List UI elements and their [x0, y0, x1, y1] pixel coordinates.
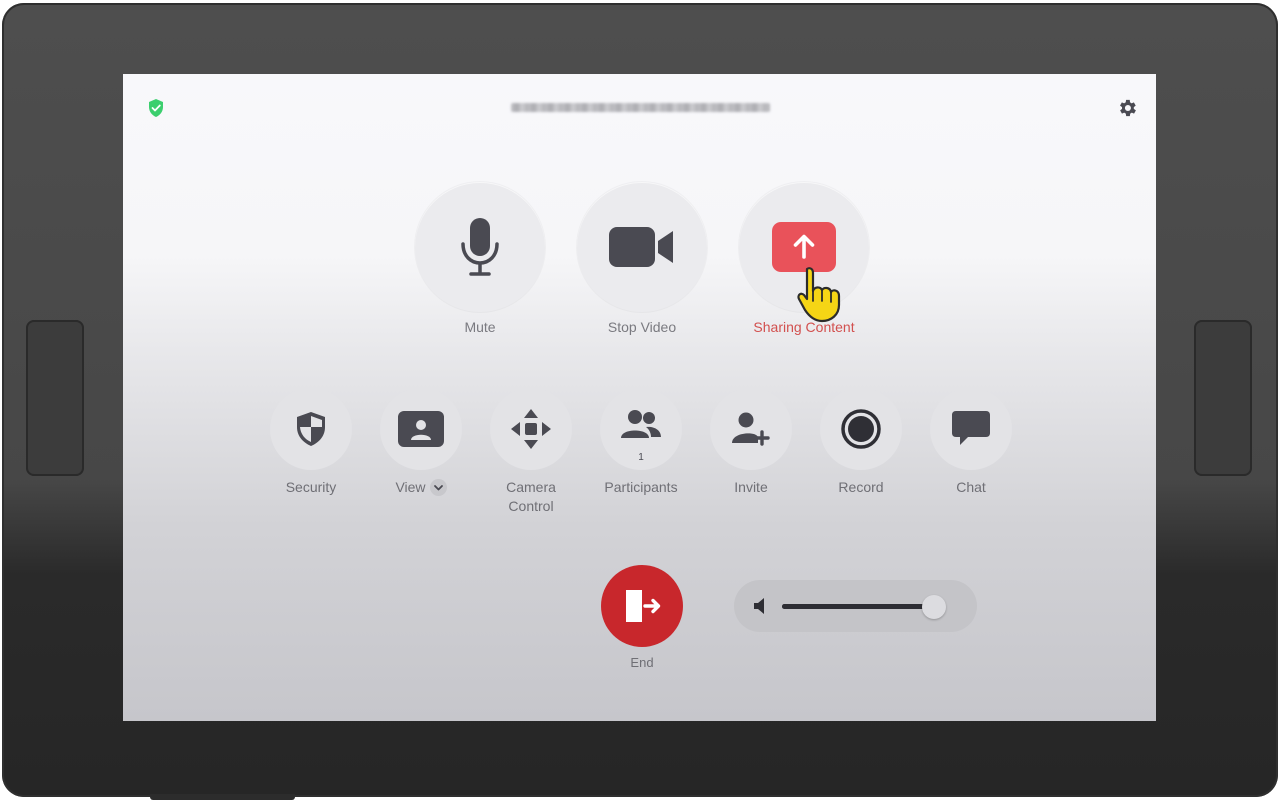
volume-slider-track[interactable]	[782, 604, 942, 609]
participants-icon	[621, 410, 661, 438]
invite-button[interactable]: Invite	[696, 388, 806, 497]
device-side-tab-left	[26, 320, 84, 476]
view-label: View	[395, 479, 426, 495]
sharing-content-button-circle[interactable]	[739, 182, 869, 323]
camera-control-label: Camera Control	[506, 479, 556, 514]
participants-count: 1	[638, 452, 644, 463]
invite-button-circle[interactable]	[710, 388, 792, 470]
exit-door-icon	[626, 590, 661, 622]
end-meeting-button-circle[interactable]	[601, 565, 683, 647]
mute-button-circle[interactable]	[415, 182, 545, 312]
controller-screen: Mute Stop Video Sharing Content Security…	[123, 74, 1156, 721]
record-button[interactable]: Record	[806, 388, 916, 497]
security-button[interactable]: Security	[256, 388, 366, 497]
move-arrows-icon	[511, 409, 551, 449]
view-button-circle[interactable]	[380, 388, 462, 470]
microphone-icon	[461, 218, 499, 276]
mute-label: Mute	[464, 319, 496, 335]
volume-slider-fill	[782, 604, 934, 609]
meeting-title-redacted	[511, 103, 770, 112]
volume-slider-thumb[interactable]	[922, 595, 946, 619]
device-side-tab-right	[1194, 320, 1252, 476]
chevron-down-icon[interactable]	[429, 478, 447, 496]
stop-video-button[interactable]: Stop Video	[577, 182, 707, 335]
mute-button[interactable]: Mute	[415, 182, 545, 335]
speaker-view-icon	[398, 411, 444, 447]
view-button[interactable]: View	[366, 388, 476, 497]
record-icon	[841, 409, 881, 449]
device-notch	[150, 794, 295, 800]
tap-hand-icon	[797, 267, 841, 323]
video-camera-icon	[609, 227, 673, 267]
participants-label: Participants	[604, 479, 678, 495]
camera-control-button[interactable]: Camera Control	[476, 388, 586, 516]
chat-bubble-icon	[952, 411, 990, 445]
volume-control	[734, 580, 977, 632]
record-button-circle[interactable]	[820, 388, 902, 470]
chat-button[interactable]: Chat	[916, 388, 1026, 497]
stop-video-label: Stop Video	[607, 319, 677, 335]
speaker-icon	[754, 598, 764, 614]
sharing-content-button[interactable]: Sharing Content	[739, 182, 869, 335]
end-label: End	[630, 655, 654, 670]
invite-label: Invite	[734, 479, 768, 495]
camera-control-button-circle[interactable]	[490, 388, 572, 470]
stop-video-button-circle[interactable]	[577, 182, 707, 312]
security-button-circle[interactable]	[270, 388, 352, 470]
record-label: Record	[838, 479, 884, 495]
security-label: Security	[285, 479, 337, 495]
chat-label: Chat	[956, 479, 986, 495]
shield-icon	[297, 412, 325, 446]
view-label-row: View	[366, 478, 476, 497]
shield-check-icon	[149, 99, 163, 117]
end-meeting-button[interactable]: End	[601, 565, 683, 670]
add-user-icon	[732, 412, 770, 446]
participants-button-circle[interactable]: 1	[600, 388, 682, 470]
gear-icon[interactable]	[1116, 97, 1138, 119]
chat-button-circle[interactable]	[930, 388, 1012, 470]
participants-button[interactable]: 1 Participants	[586, 388, 696, 497]
